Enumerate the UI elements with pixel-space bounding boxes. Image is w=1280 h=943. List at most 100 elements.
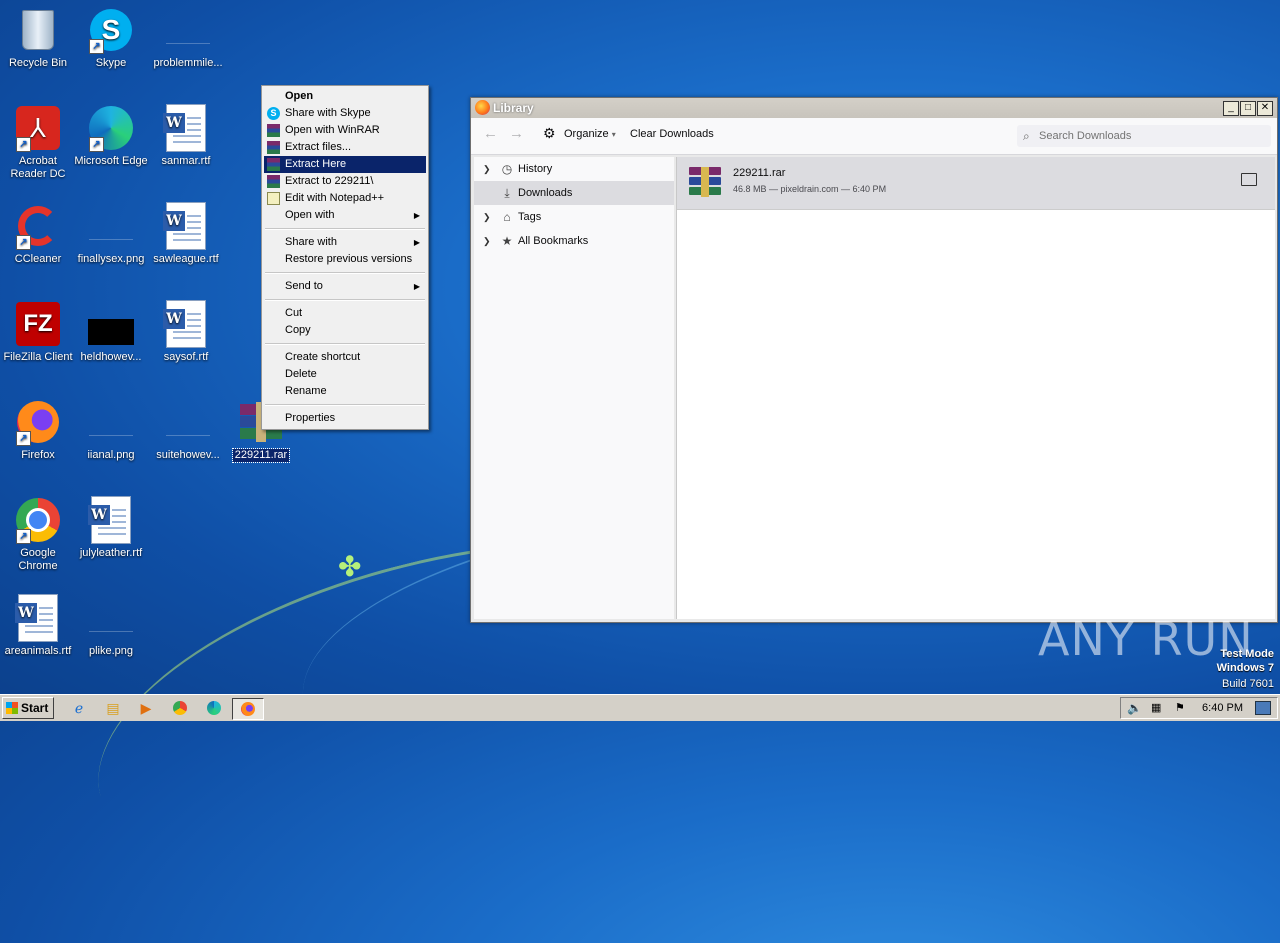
edge-icon: ↗ <box>87 104 135 152</box>
gear-icon: ⚙ <box>543 125 556 141</box>
maximize-button[interactable]: □ <box>1240 101 1256 116</box>
chevron-right-icon: ❯ <box>483 236 491 246</box>
desktop-icon-filezilla[interactable]: FZ FileZilla Client <box>0 300 76 364</box>
winrar-icon <box>267 141 280 154</box>
acrobat-icon: ⅄ ↗ <box>14 104 62 152</box>
menu-item-delete[interactable]: Delete <box>264 366 426 383</box>
tag-icon: ⌂ <box>503 210 511 224</box>
desktop-icon-chrome[interactable]: ↗ Google Chrome <box>0 496 76 573</box>
menu-item-rename[interactable]: Rename <box>264 383 426 400</box>
desktop-icon-edge[interactable]: ↗ Microsoft Edge <box>73 104 149 168</box>
sidebar-item-all-bookmarks[interactable]: ❯ ★ All Bookmarks <box>474 229 674 253</box>
context-menu: Open S Share with Skype Open with WinRAR… <box>261 85 429 430</box>
desktop-icon-sawleague[interactable]: W sawleague.rtf <box>148 202 224 266</box>
menu-item-open-with-winrar[interactable]: Open with WinRAR <box>264 122 426 139</box>
submenu-arrow-icon: ▶ <box>413 238 420 247</box>
menu-item-share-with-skype[interactable]: S Share with Skype <box>264 105 426 122</box>
desktop-icon-suitehowev[interactable]: suitehowev... <box>148 398 228 462</box>
winrar-icon <box>267 158 280 171</box>
menu-item-properties[interactable]: Properties <box>264 410 426 427</box>
desktop-icon-heldhowev[interactable]: heldhowev... <box>73 300 149 364</box>
clock-icon: ◷ <box>501 162 513 176</box>
menu-item-open-with[interactable]: Open with ▶ <box>264 207 426 224</box>
menu-item-extract-to-folder[interactable]: Extract to 229211\ <box>264 173 426 190</box>
desktop-icon-skype[interactable]: S ↗ Skype <box>73 6 149 70</box>
library-title: Library <box>493 101 534 115</box>
menu-item-cut[interactable]: Cut <box>264 305 426 322</box>
desktop-icon-finallysex[interactable]: finallysex.png <box>73 202 149 266</box>
edge-taskbar-icon[interactable] <box>203 698 225 718</box>
desktop-icon-recycle-bin[interactable]: Recycle Bin <box>0 6 76 70</box>
organize-button[interactable]: Organize ▾ <box>564 128 616 140</box>
desktop-icon-saysof[interactable]: W saysof.rtf <box>148 300 224 364</box>
firefox-icon: ↗ <box>14 398 62 446</box>
chevron-right-icon: ❯ <box>483 212 491 222</box>
menu-separator <box>265 404 425 406</box>
firefox-icon <box>475 100 490 115</box>
network-icon[interactable]: ▦ <box>1151 701 1161 714</box>
windows-logo-icon <box>6 702 18 714</box>
library-window: Library _ □ ✕ ← → ⚙ Organize ▾ Clear Dow… <box>470 97 1278 623</box>
windows-version-label: Windows 7 <box>1216 662 1274 674</box>
desktop-icon-acrobat[interactable]: ⅄ ↗ Acrobat Reader DC <box>0 104 76 181</box>
image-file-icon <box>87 202 135 250</box>
library-title-bar[interactable]: Library _ □ ✕ <box>471 98 1277 118</box>
sidebar-item-downloads[interactable]: ⤓ Downloads <box>474 181 674 205</box>
download-item[interactable]: 229211.rar 46.8 MB — pixeldrain.com — 6:… <box>677 157 1275 210</box>
star-icon: ★ <box>501 234 513 248</box>
file-explorer-icon[interactable]: ▤ <box>102 698 124 718</box>
desktop-icon-plike[interactable]: plike.png <box>73 594 149 658</box>
desktop-icon-ccleaner[interactable]: ↗ CCleaner <box>0 202 76 266</box>
menu-item-create-shortcut[interactable]: Create shortcut <box>264 349 426 366</box>
chrome-icon: ↗ <box>14 496 62 544</box>
search-input[interactable]: ⌕ Search Downloads <box>1017 125 1271 147</box>
forward-arrow-icon[interactable]: → <box>509 125 524 142</box>
back-arrow-icon[interactable]: ← <box>483 125 498 142</box>
speaker-icon[interactable]: 🔈 <box>1127 701 1142 715</box>
chevron-right-icon: ❯ <box>483 164 491 174</box>
clock[interactable]: 6:40 PM <box>1202 702 1243 714</box>
menu-item-restore-previous-versions[interactable]: Restore previous versions <box>264 251 426 268</box>
image-file-icon <box>87 594 135 642</box>
close-button[interactable]: ✕ <box>1257 101 1273 116</box>
menu-item-extract-here[interactable]: Extract Here <box>264 156 426 173</box>
search-icon: ⌕ <box>1023 129 1030 143</box>
desktop-icon-iianal[interactable]: iianal.png <box>73 398 149 462</box>
build-label: Build 7601 <box>1222 678 1274 690</box>
skype-icon: S <box>267 107 280 120</box>
winrar-icon <box>267 175 280 188</box>
download-icon: ⤓ <box>504 186 510 200</box>
menu-item-extract-files[interactable]: Extract files... <box>264 139 426 156</box>
sidebar-item-tags[interactable]: ❯ ⌂ Tags <box>474 205 674 229</box>
chrome-taskbar-icon[interactable] <box>169 698 191 718</box>
desktop-icon-julyleather[interactable]: W julyleather.rtf <box>73 496 149 560</box>
menu-item-copy[interactable]: Copy <box>264 322 426 339</box>
start-button[interactable]: Start <box>2 697 54 719</box>
image-file-icon <box>87 398 135 446</box>
media-player-icon[interactable]: ▶ <box>135 698 157 718</box>
desktop-icon-areanimals[interactable]: W areanimals.rtf <box>0 594 76 658</box>
show-desktop-icon[interactable] <box>1255 701 1271 715</box>
menu-item-share-with[interactable]: Share with ▶ <box>264 234 426 251</box>
action-center-flag-icon[interactable]: ⚑ <box>1175 701 1185 714</box>
clear-downloads-button[interactable]: Clear Downloads <box>630 128 714 140</box>
skype-icon: S ↗ <box>87 6 135 54</box>
menu-item-edit-with-notepadpp[interactable]: Edit with Notepad++ <box>264 190 426 207</box>
test-mode-label: Test Mode <box>1220 648 1274 660</box>
word-document-icon: W <box>87 496 135 544</box>
library-toolbar: ← → ⚙ Organize ▾ Clear Downloads ⌕ Searc… <box>471 118 1277 155</box>
taskbar: Start ℯ ▤ ▶ 🔈 ▦ ⚑ 6:40 PM <box>0 694 1280 721</box>
sidebar-item-history[interactable]: ❯ ◷ History <box>474 157 674 181</box>
word-document-icon: W <box>162 104 210 152</box>
menu-item-send-to[interactable]: Send to ▶ <box>264 278 426 295</box>
folder-icon[interactable] <box>1241 173 1257 186</box>
download-details: 46.8 MB — pixeldrain.com — 6:40 PM <box>733 184 887 194</box>
firefox-taskbar-button[interactable] <box>232 698 264 720</box>
internet-explorer-icon[interactable]: ℯ <box>68 698 90 718</box>
submenu-arrow-icon: ▶ <box>413 282 420 291</box>
menu-item-open[interactable]: Open <box>264 88 426 105</box>
desktop-icon-sanmar[interactable]: W sanmar.rtf <box>148 104 224 168</box>
desktop-icon-firefox[interactable]: ↗ Firefox <box>0 398 76 462</box>
desktop-icon-problemmile[interactable]: problemmile... <box>148 6 228 70</box>
minimize-button[interactable]: _ <box>1223 101 1239 116</box>
